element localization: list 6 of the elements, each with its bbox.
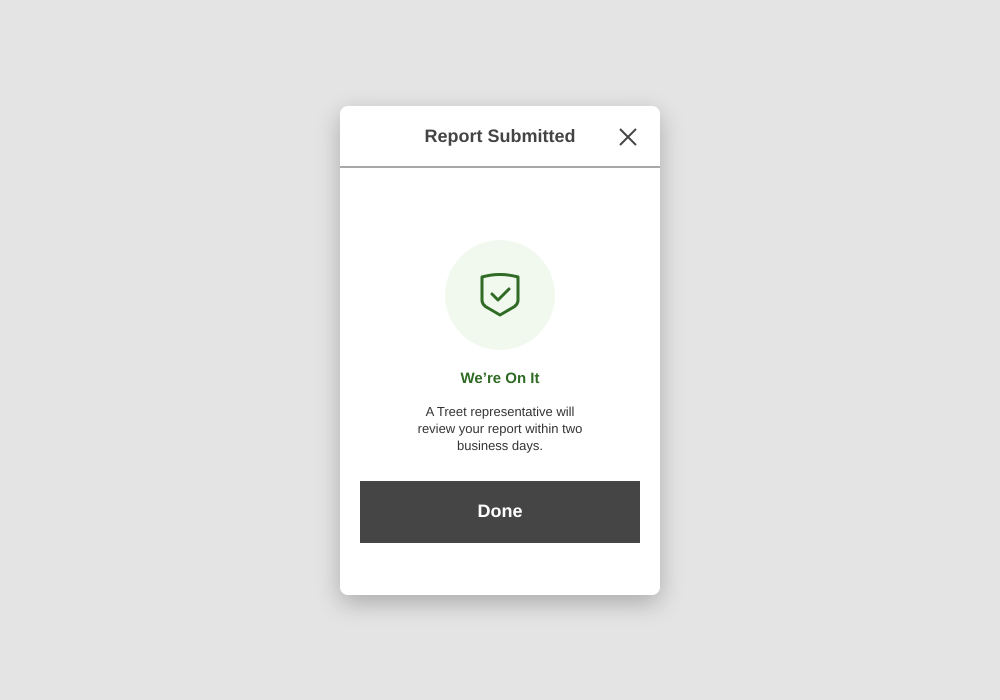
status-message: A Treet representative will review your report within two business days.: [416, 402, 584, 454]
done-button[interactable]: Done: [360, 480, 640, 542]
status-heading: We’re On It: [460, 369, 540, 389]
dialog-title: Report Submitted: [424, 124, 576, 148]
shield-check-icon: [479, 273, 521, 317]
close-icon: [619, 128, 637, 146]
